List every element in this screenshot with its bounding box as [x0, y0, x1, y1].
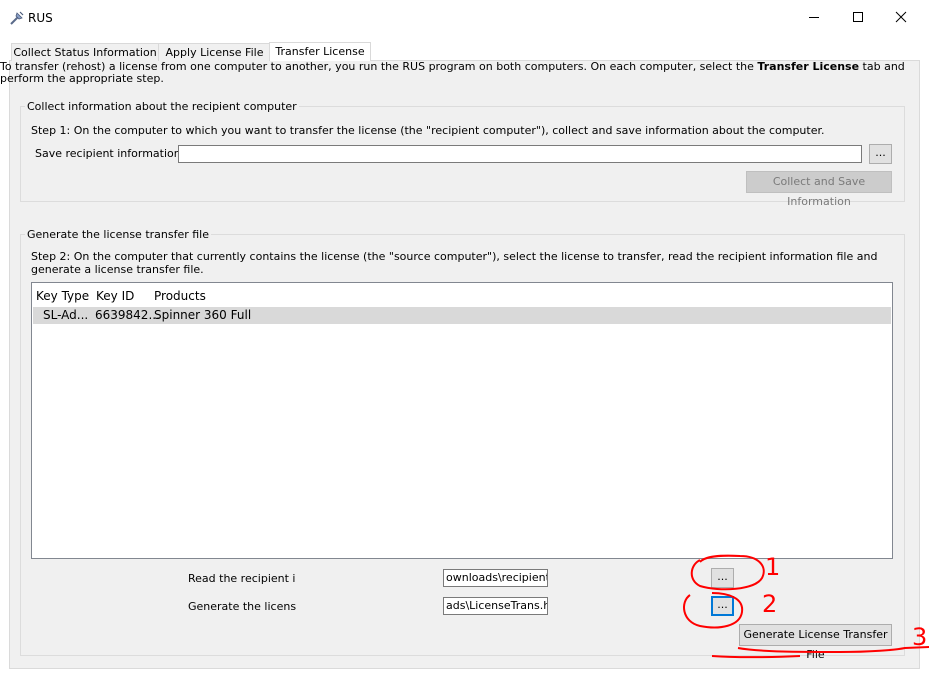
annotation-number-1: 1: [765, 553, 781, 581]
annotation-underline-3: [711, 646, 929, 659]
annotation-circle-2: [683, 592, 744, 629]
annotation-overlay: [683, 554, 929, 659]
annotation-circle-1: [690, 554, 765, 591]
annotation-number-2: 2: [762, 590, 778, 618]
annotation-number-3: 3: [912, 623, 928, 651]
